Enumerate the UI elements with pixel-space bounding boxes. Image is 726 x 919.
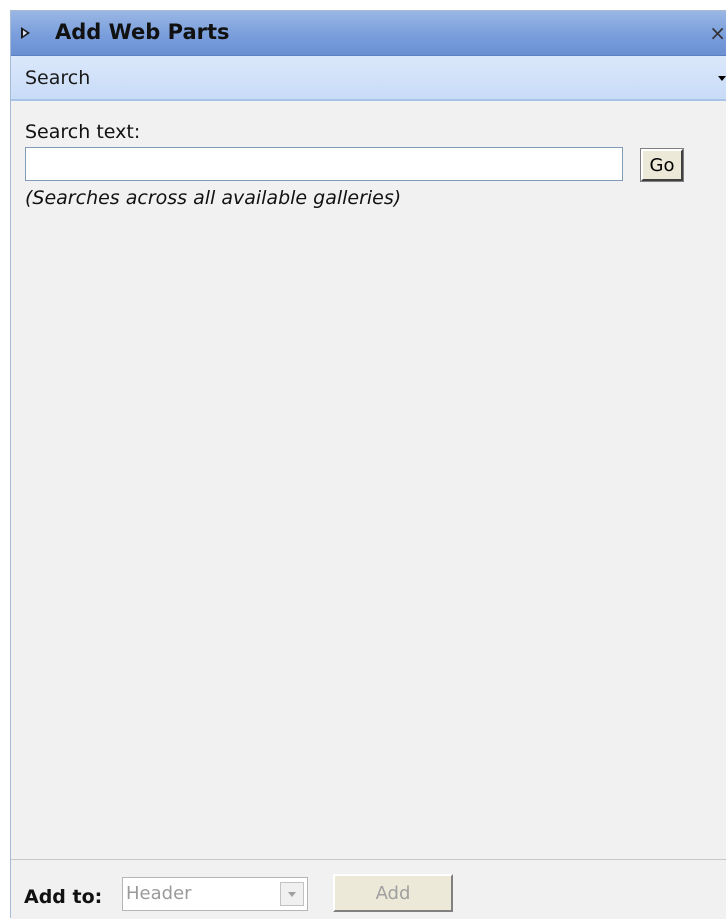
add-web-parts-pane: Add Web Parts × Search Search text: Go (… [10, 10, 726, 919]
zone-select-value: Header [126, 883, 192, 904]
section-label: Search [25, 67, 91, 89]
go-button[interactable]: Go [640, 148, 684, 182]
caret-down-icon[interactable] [718, 76, 726, 81]
close-icon[interactable]: × [709, 21, 726, 45]
zone-select[interactable]: Header [122, 877, 308, 911]
triangle-right-icon[interactable] [21, 27, 30, 39]
search-hint: (Searches across all available galleries… [25, 187, 402, 209]
footer: Add to: Header Add [11, 859, 726, 919]
title-bar: Add Web Parts × [11, 11, 726, 56]
dropdown-arrow-icon[interactable] [280, 882, 304, 906]
section-menu[interactable]: Search [11, 56, 726, 101]
search-text-label: Search text: [25, 121, 141, 143]
add-to-label: Add to: [24, 886, 103, 908]
add-button[interactable]: Add [333, 874, 453, 912]
search-input[interactable] [25, 147, 623, 181]
pane-title: Add Web Parts [55, 20, 230, 44]
